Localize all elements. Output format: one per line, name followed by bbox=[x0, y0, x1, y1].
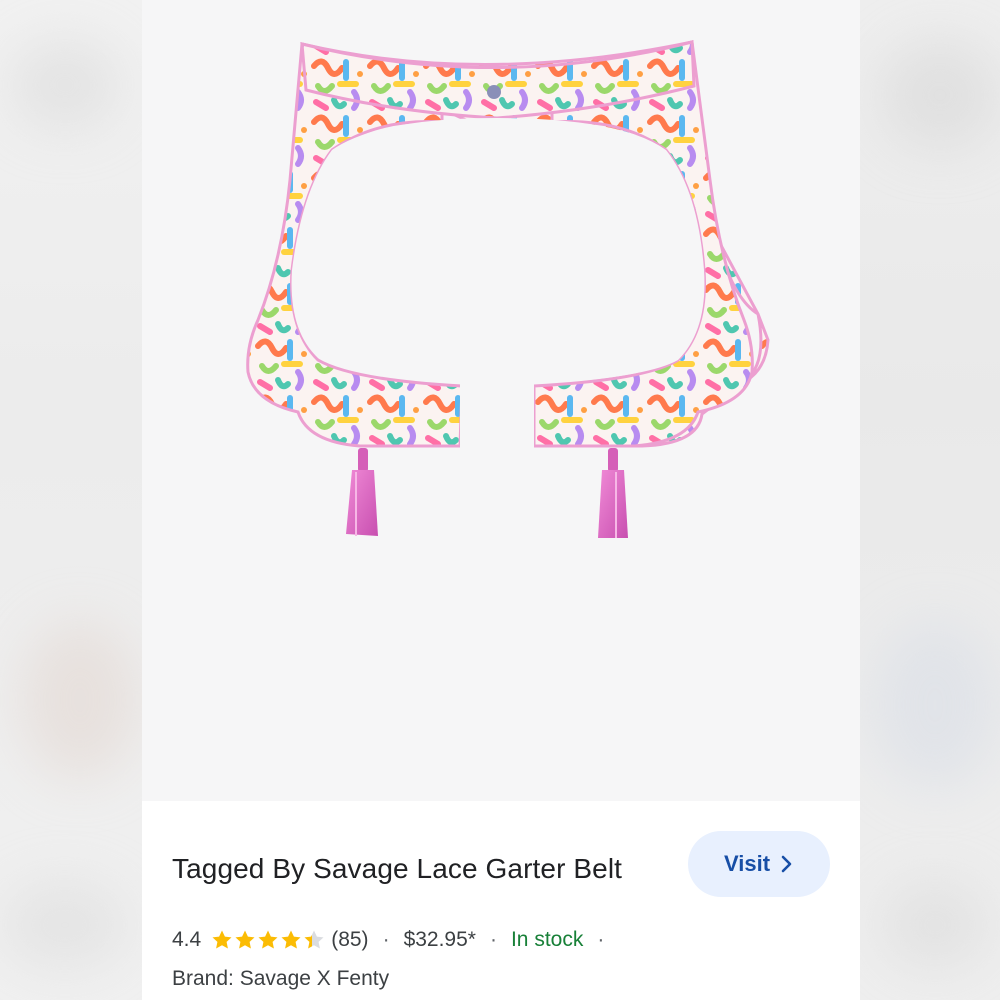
stock-status: In stock bbox=[510, 928, 584, 951]
review-count[interactable]: (85) bbox=[331, 928, 368, 952]
star-icon bbox=[281, 930, 301, 949]
rating-value: 4.4 bbox=[172, 928, 202, 951]
star-icon bbox=[258, 930, 278, 949]
separator: · bbox=[489, 928, 497, 951]
brand-line: Brand: Savage X Fenty bbox=[172, 967, 390, 990]
belt-cutout bbox=[291, 118, 705, 384]
belt-leg-gap bbox=[460, 384, 534, 454]
product-info-card: Tagged By Savage Lace Garter Belt Visit … bbox=[142, 801, 860, 1000]
belt-charm bbox=[487, 85, 501, 99]
visit-button[interactable]: Visit bbox=[688, 831, 830, 897]
star-icon bbox=[212, 930, 232, 949]
separator: · bbox=[597, 928, 605, 951]
price: $32.95* bbox=[403, 928, 476, 951]
rating-stars bbox=[211, 929, 325, 951]
belt-overlay bbox=[142, 0, 860, 800]
product-title[interactable]: Tagged By Savage Lace Garter Belt bbox=[172, 853, 622, 885]
blurred-right-panel bbox=[860, 0, 1000, 1000]
visit-label: Visit bbox=[723, 851, 771, 876]
separator: · bbox=[382, 928, 390, 951]
star-icon bbox=[235, 930, 255, 949]
star-icon bbox=[304, 930, 324, 949]
product-meta-row: 4.4 (85) · $32.95* · In stock · bbox=[172, 925, 618, 955]
blurred-left-panel bbox=[0, 0, 142, 1000]
chevron-right-icon bbox=[781, 855, 792, 873]
